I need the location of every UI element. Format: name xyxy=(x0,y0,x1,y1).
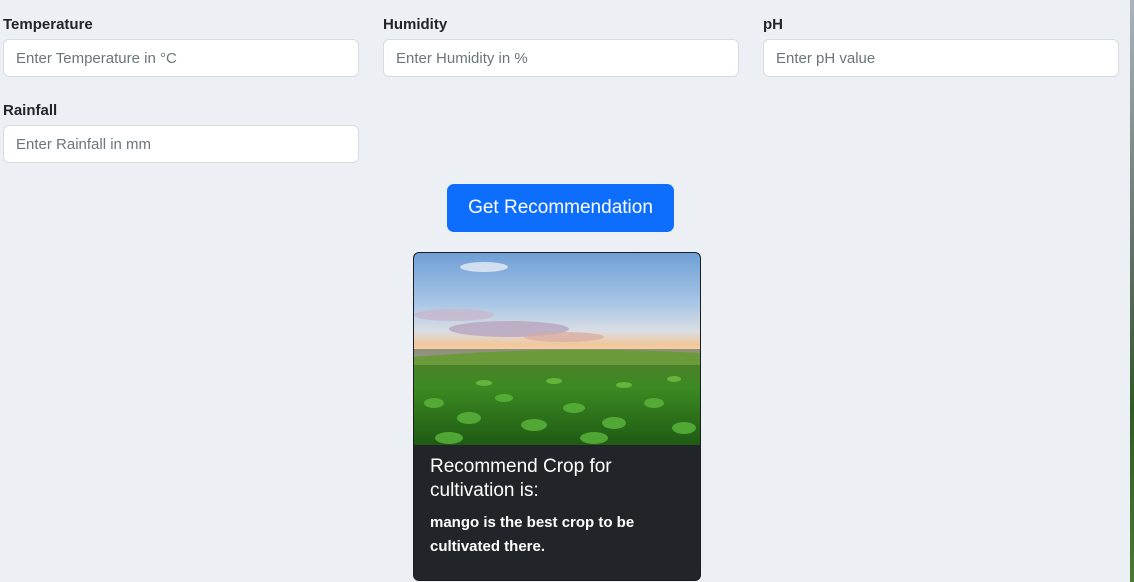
get-recommendation-button[interactable]: Get Recommendation xyxy=(447,184,674,232)
result-text: mango is the best crop to be cultivated … xyxy=(430,514,635,555)
humidity-field-group: Humidity xyxy=(383,16,739,77)
temperature-label: Temperature xyxy=(3,16,93,33)
crop-recommendation-page: Temperature Humidity pH Rainfall Get Rec… xyxy=(0,0,1134,582)
ph-label: pH xyxy=(763,16,783,33)
rainfall-label: Rainfall xyxy=(3,102,58,119)
result-card: Recommend Crop for cultivation is: mango… xyxy=(413,252,701,581)
rainfall-input[interactable] xyxy=(3,125,359,163)
rainfall-field-group: Rainfall xyxy=(3,102,359,163)
result-card-body: Recommend Crop for cultivation is: mango… xyxy=(414,445,700,559)
result-title: Recommend Crop for cultivation is: xyxy=(430,456,612,501)
crop-field-image xyxy=(414,253,700,445)
ph-field-group: pH xyxy=(763,16,1119,77)
ph-input[interactable] xyxy=(763,39,1119,77)
humidity-input[interactable] xyxy=(383,39,739,77)
humidity-label: Humidity xyxy=(383,16,448,33)
temperature-field-group: Temperature xyxy=(3,16,359,77)
temperature-input[interactable] xyxy=(3,39,359,77)
page-edge-strip xyxy=(1130,0,1134,582)
